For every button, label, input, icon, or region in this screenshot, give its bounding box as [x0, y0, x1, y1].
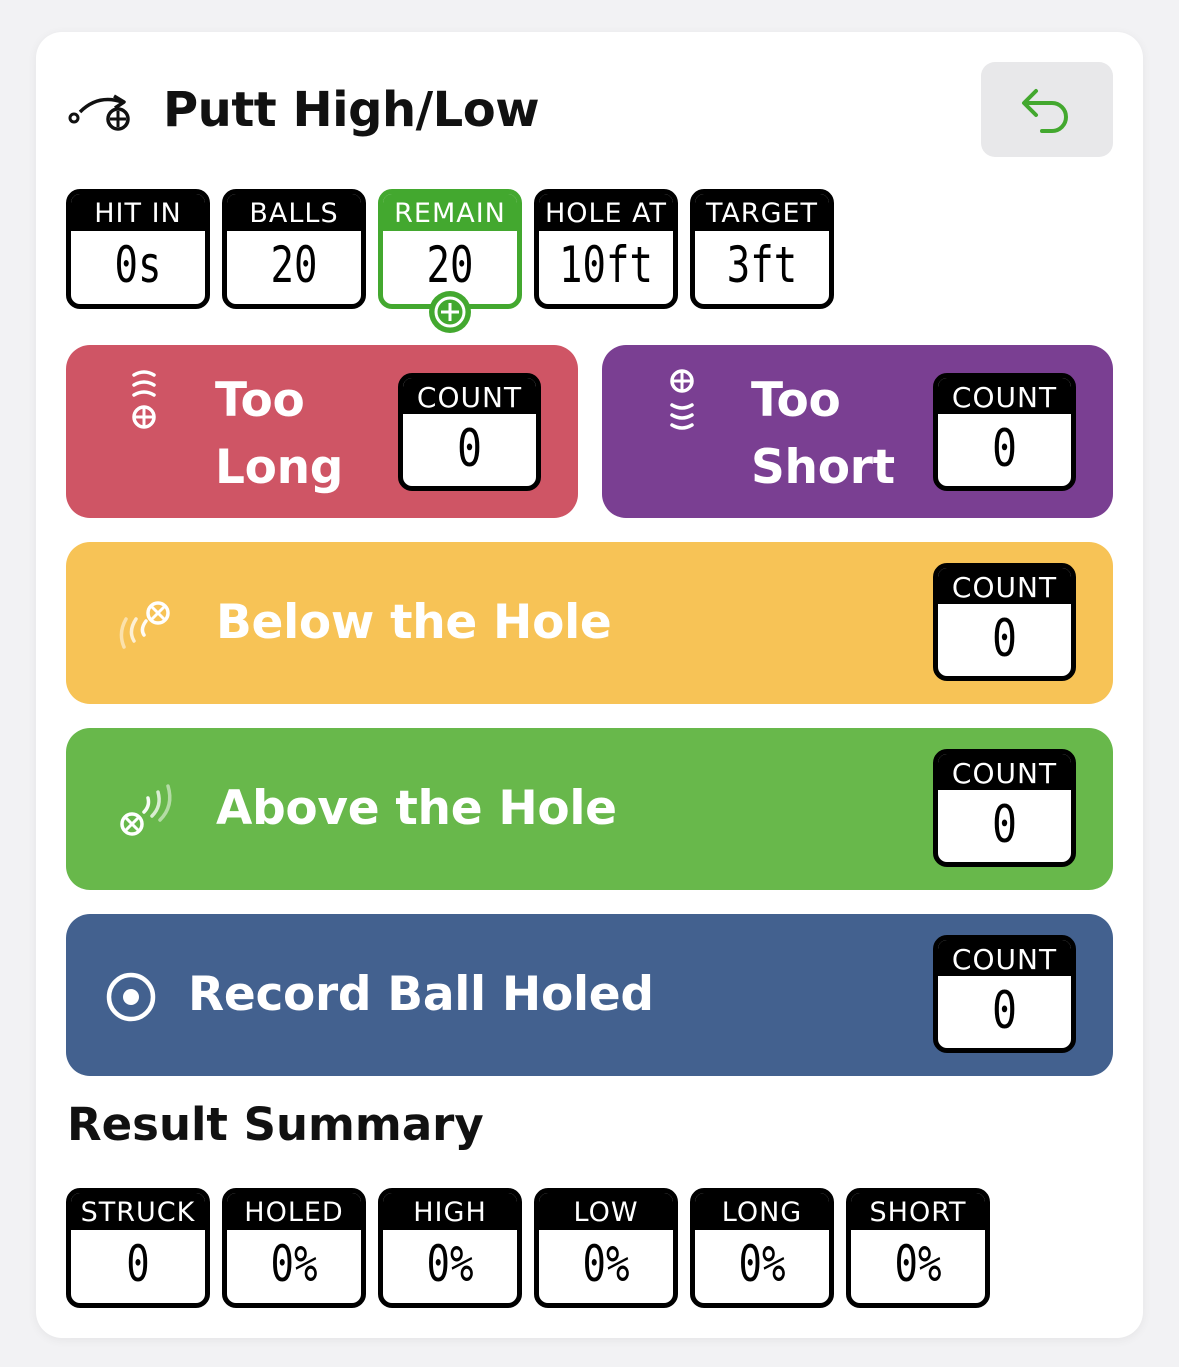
stat-hit-in: HIT IN 0s — [66, 189, 210, 309]
above-hole-label: Above the Hole — [216, 781, 617, 836]
target-icon — [106, 972, 156, 1022]
count-label: COUNT — [938, 378, 1071, 414]
page-title: Putt High/Low — [163, 82, 540, 138]
count-value: 0 — [991, 795, 1018, 855]
too-long-label-2: Long — [215, 440, 344, 495]
below-hole-icon — [119, 601, 170, 649]
stat-value: 10ft — [559, 236, 653, 294]
count-label: COUNT — [938, 940, 1071, 976]
summary-low: LOW 0% — [534, 1188, 678, 1308]
summary-label: LOW — [539, 1193, 673, 1230]
stat-label: HOLE AT — [539, 194, 673, 231]
summary-struck: STRUCK 0 — [66, 1188, 210, 1308]
stat-value: 20 — [270, 236, 318, 294]
stat-value: 3ft — [726, 236, 798, 294]
summary-label: SHORT — [851, 1193, 985, 1230]
result-summary-title: Result Summary — [67, 1098, 484, 1151]
summary-short: SHORT 0% — [846, 1188, 990, 1308]
above-hole-count: COUNT 0 — [933, 749, 1076, 867]
below-hole-count: COUNT 0 — [933, 563, 1076, 681]
too-long-label-1: Too — [215, 373, 305, 428]
stat-label: TARGET — [695, 194, 829, 231]
summary-long: LONG 0% — [690, 1188, 834, 1308]
below-hole-label: Below the Hole — [216, 595, 612, 650]
stat-balls[interactable]: BALLS 20 — [222, 189, 366, 309]
summary-value: 0% — [582, 1235, 630, 1293]
undo-button[interactable] — [981, 62, 1113, 157]
summary-high: HIGH 0% — [378, 1188, 522, 1308]
stat-label: HIT IN — [71, 194, 205, 231]
summary-value: 0% — [426, 1235, 474, 1293]
summary-value: 0% — [270, 1235, 318, 1293]
below-hole-button[interactable]: Below the Hole COUNT 0 — [66, 542, 1113, 704]
above-hole-button[interactable]: Above the Hole COUNT 0 — [66, 728, 1113, 890]
holed-count: COUNT 0 — [933, 935, 1076, 1053]
stat-target[interactable]: TARGET 3ft — [690, 189, 834, 309]
putt-path-icon — [68, 94, 130, 131]
stat-label: BALLS — [227, 194, 361, 231]
summary-value: 0% — [738, 1235, 786, 1293]
undo-arrow-icon — [1022, 88, 1068, 133]
summary-label: HIGH — [383, 1193, 517, 1230]
stat-value: 20 — [426, 236, 474, 294]
count-value: 0 — [991, 609, 1018, 669]
too-long-count: COUNT 0 — [398, 373, 541, 491]
stat-label: REMAIN — [383, 194, 517, 231]
plus-circle-icon — [434, 296, 466, 328]
too-long-button[interactable]: Too Long COUNT 0 — [66, 345, 578, 518]
too-short-count: COUNT 0 — [933, 373, 1076, 491]
count-label: COUNT — [403, 378, 536, 414]
too-long-icon — [132, 370, 156, 429]
stat-hole-at[interactable]: HOLE AT 10ft — [534, 189, 678, 309]
summary-label: LONG — [695, 1193, 829, 1230]
add-balls-button[interactable] — [429, 291, 471, 333]
count-label: COUNT — [938, 754, 1071, 790]
count-label: COUNT — [938, 568, 1071, 604]
summary-label: HOLED — [227, 1193, 361, 1230]
record-ball-holed-label: Record Ball Holed — [188, 967, 654, 1022]
above-hole-icon — [120, 784, 172, 836]
summary-holed: HOLED 0% — [222, 1188, 366, 1308]
too-short-label-1: Too — [751, 373, 841, 428]
summary-value: 0 — [126, 1235, 150, 1293]
too-short-button[interactable]: Too Short COUNT 0 — [602, 345, 1113, 518]
too-short-label-2: Short — [751, 440, 895, 495]
stat-value: 0s — [114, 236, 162, 294]
too-short-icon — [670, 369, 694, 430]
record-ball-holed-button[interactable]: Record Ball Holed COUNT 0 — [66, 914, 1113, 1076]
summary-label: STRUCK — [71, 1193, 205, 1230]
count-value: 0 — [991, 419, 1018, 479]
count-value: 0 — [456, 419, 483, 479]
summary-value: 0% — [894, 1235, 942, 1293]
count-value: 0 — [991, 981, 1018, 1041]
